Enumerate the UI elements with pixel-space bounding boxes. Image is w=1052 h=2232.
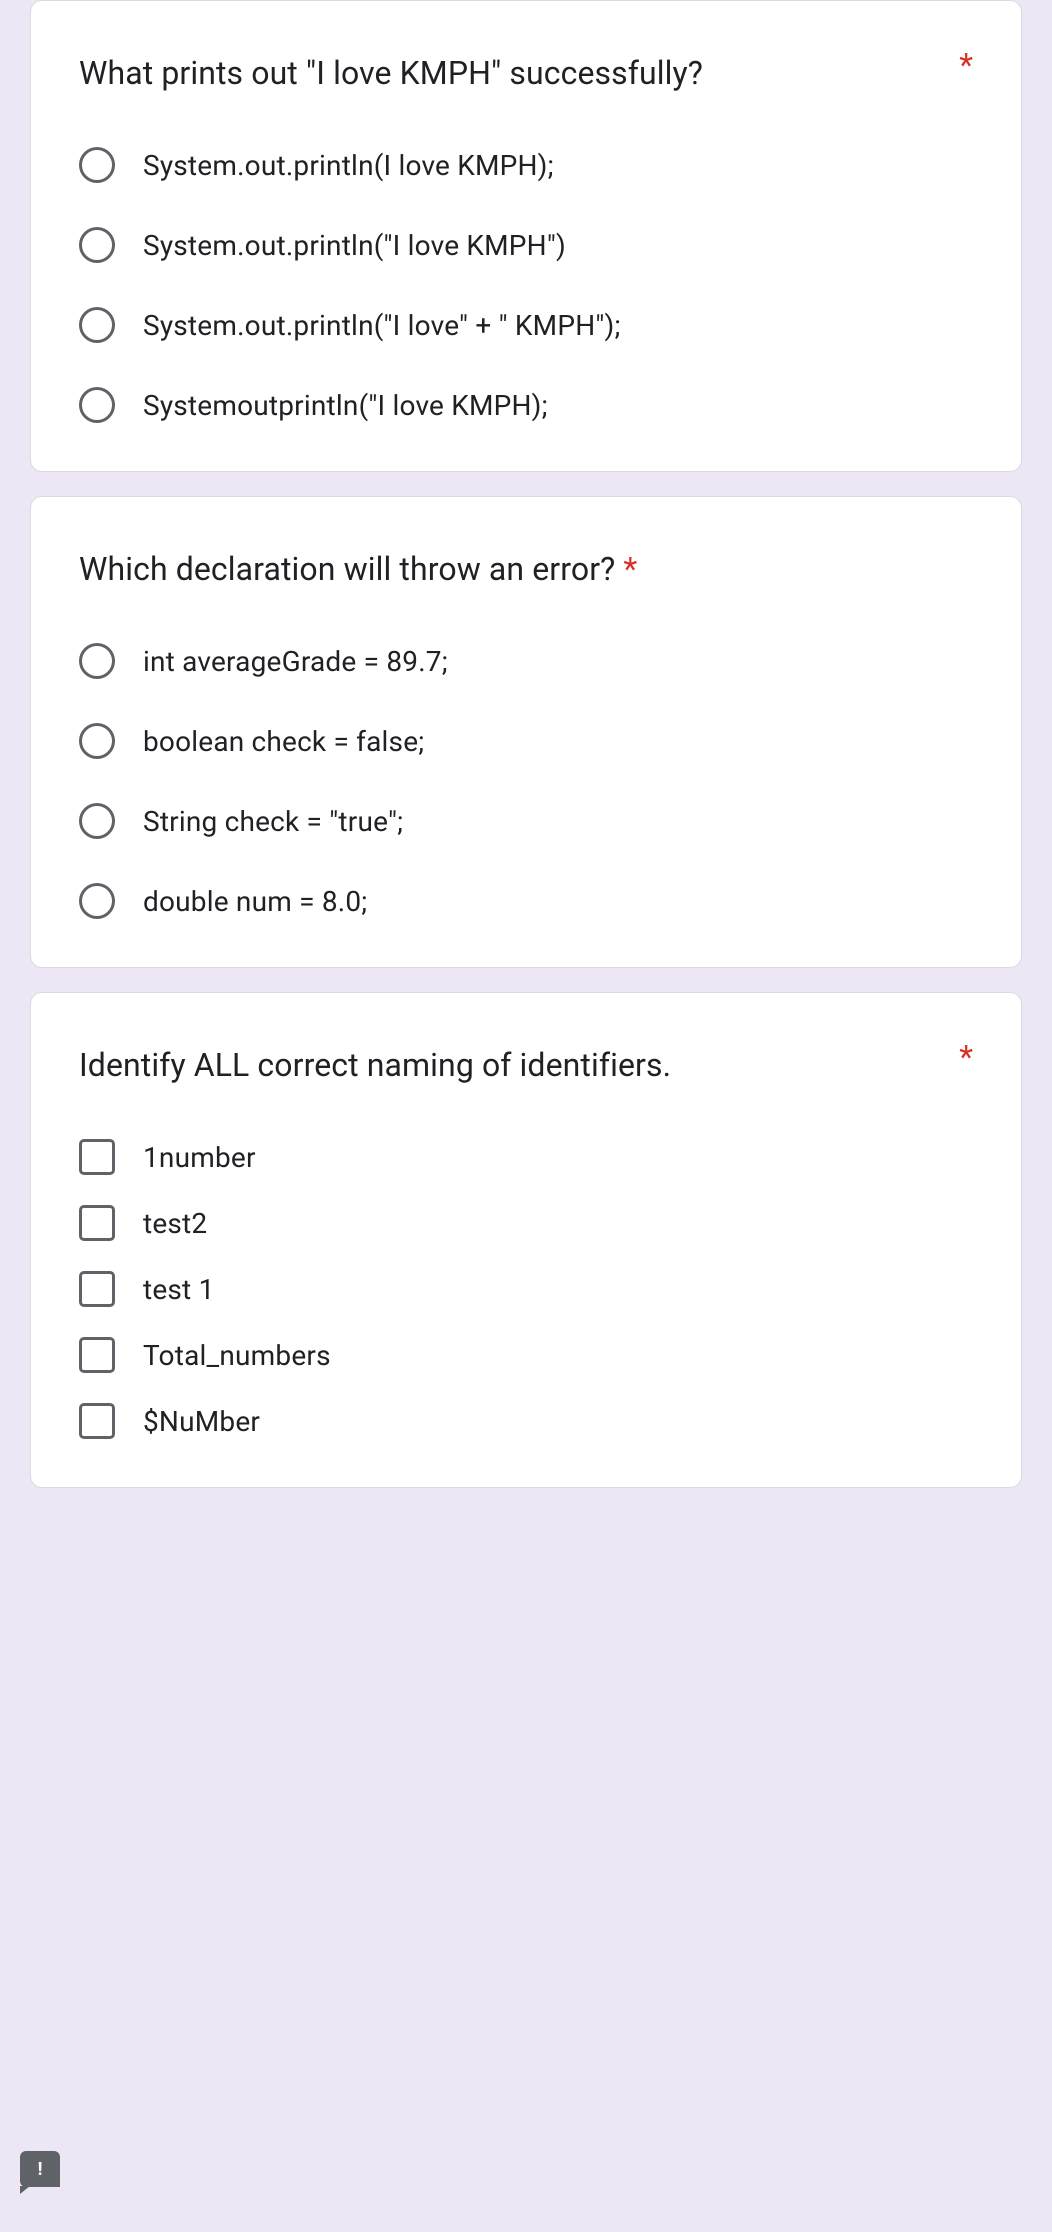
option-label: boolean check = false; xyxy=(143,725,424,758)
option-label: Systemoutprintln("I love KMPH); xyxy=(143,389,548,422)
question-text: Which declaration will throw an error? * xyxy=(79,545,973,593)
question-header: Identify ALL correct naming of identifie… xyxy=(79,1041,973,1089)
radio-options-group: System.out.println(I love KMPH); System.… xyxy=(79,147,973,423)
checkbox-icon xyxy=(79,1271,115,1307)
radio-icon xyxy=(79,803,115,839)
checkbox-option[interactable]: Total_numbers xyxy=(79,1337,973,1373)
option-label: System.out.println("I love KMPH") xyxy=(143,229,566,262)
radio-icon xyxy=(79,147,115,183)
option-label: 1number xyxy=(143,1141,256,1174)
radio-icon xyxy=(79,643,115,679)
option-label: test2 xyxy=(143,1207,207,1240)
radio-options-group: int averageGrade = 89.7; boolean check =… xyxy=(79,643,973,919)
option-label: int averageGrade = 89.7; xyxy=(143,645,448,678)
alert-icon: ! xyxy=(38,2159,43,2180)
radio-option[interactable]: boolean check = false; xyxy=(79,723,973,759)
radio-icon xyxy=(79,723,115,759)
radio-option[interactable]: System.out.println("I love KMPH") xyxy=(79,227,973,263)
radio-option[interactable]: double num = 8.0; xyxy=(79,883,973,919)
radio-icon xyxy=(79,883,115,919)
radio-option[interactable]: String check = "true"; xyxy=(79,803,973,839)
question-card-2: Which declaration will throw an error? *… xyxy=(30,496,1022,968)
checkbox-option[interactable]: 1number xyxy=(79,1139,973,1175)
checkbox-option[interactable]: $NuMber xyxy=(79,1403,973,1439)
radio-option[interactable]: System.out.println("I love" + " KMPH"); xyxy=(79,307,973,343)
option-label: test 1 xyxy=(143,1273,215,1306)
question-header: What prints out "I love KMPH" successful… xyxy=(79,49,973,97)
checkbox-icon xyxy=(79,1337,115,1373)
question-card-3: Identify ALL correct naming of identifie… xyxy=(30,992,1022,1488)
required-indicator: * xyxy=(959,49,973,81)
option-label: String check = "true"; xyxy=(143,805,403,838)
required-indicator: * xyxy=(959,1041,973,1073)
question-text: Identify ALL correct naming of identifie… xyxy=(79,1041,959,1089)
option-label: System.out.println("I love" + " KMPH"); xyxy=(143,309,621,342)
required-indicator: * xyxy=(623,550,637,588)
option-label: Total_numbers xyxy=(143,1339,331,1372)
checkbox-options-group: 1number test2 test 1 Total_numbers $NuMb… xyxy=(79,1139,973,1439)
checkbox-icon xyxy=(79,1403,115,1439)
checkbox-icon xyxy=(79,1139,115,1175)
option-label: double num = 8.0; xyxy=(143,885,367,918)
radio-icon xyxy=(79,227,115,263)
radio-icon xyxy=(79,307,115,343)
radio-option[interactable]: System.out.println(I love KMPH); xyxy=(79,147,973,183)
radio-icon xyxy=(79,387,115,423)
radio-option[interactable]: int averageGrade = 89.7; xyxy=(79,643,973,679)
option-label: $NuMber xyxy=(143,1405,260,1438)
report-problem-button[interactable]: ! xyxy=(20,2151,60,2187)
question-text: What prints out "I love KMPH" successful… xyxy=(79,49,959,97)
option-label: System.out.println(I love KMPH); xyxy=(143,149,554,182)
checkbox-option[interactable]: test2 xyxy=(79,1205,973,1241)
checkbox-option[interactable]: test 1 xyxy=(79,1271,973,1307)
radio-option[interactable]: Systemoutprintln("I love KMPH); xyxy=(79,387,973,423)
question-card-1: What prints out "I love KMPH" successful… xyxy=(30,0,1022,472)
checkbox-icon xyxy=(79,1205,115,1241)
